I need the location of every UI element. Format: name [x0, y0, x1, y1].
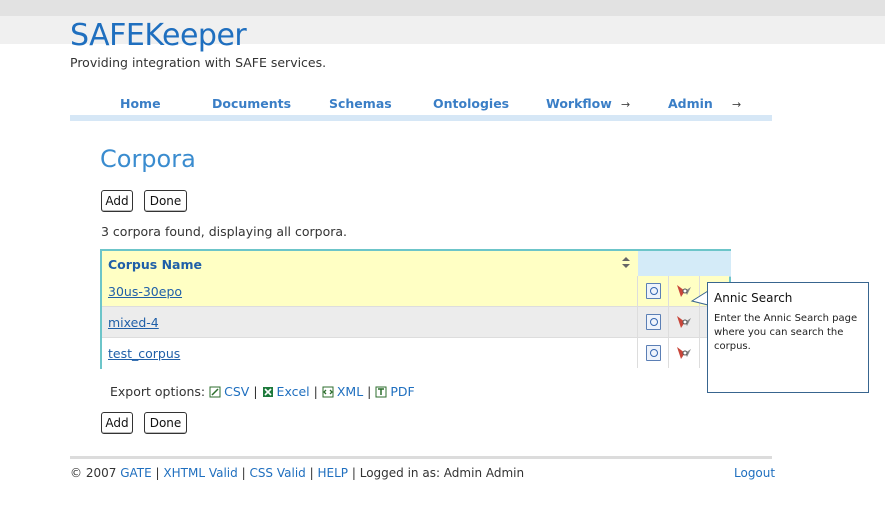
result-count: 3 corpora found, displaying all corpora. — [101, 224, 347, 239]
excel-icon[interactable] — [262, 386, 274, 398]
nav-item-home[interactable]: Home — [120, 96, 161, 111]
export-separator: | — [313, 384, 318, 399]
csv-icon[interactable] — [209, 386, 221, 398]
export-xml-link[interactable]: XML — [337, 384, 363, 399]
annic-search-tooltip: Annic Search Enter the Annic Search page… — [707, 282, 869, 393]
view-cell — [637, 307, 669, 337]
annic-search-icon[interactable] — [675, 345, 693, 361]
view-document-icon[interactable] — [646, 283, 661, 299]
tooltip-body: Enter the Annic Search page where you ca… — [714, 313, 858, 352]
footer-divider — [70, 456, 772, 459]
export-separator: | — [253, 384, 258, 399]
footer-gate-link[interactable]: GATE — [120, 466, 152, 480]
table-row: test_corpus — [102, 338, 729, 369]
footer-xhtml-link[interactable]: XHTML Valid — [163, 466, 237, 480]
footer-separator: | — [241, 466, 246, 480]
footer-logged-in: Logged in as: Admin Admin — [359, 466, 525, 480]
annic-cell — [668, 307, 700, 337]
site-brand[interactable]: SAFEKeeper — [70, 18, 247, 53]
column-header-actions — [638, 251, 731, 277]
done-button-top[interactable]: Done — [144, 190, 187, 212]
export-separator: | — [367, 384, 372, 399]
add-button-bottom[interactable]: Add — [101, 412, 133, 434]
footer-separator: | — [309, 466, 314, 480]
table-row: mixed-4 — [102, 307, 729, 338]
site-tagline: Providing integration with SAFE services… — [70, 55, 327, 70]
export-options: Export options: CSV | Excel | XML | PDF — [110, 384, 415, 399]
admin-arrow-icon: → — [732, 98, 742, 111]
view-cell — [637, 338, 669, 368]
view-cell — [637, 276, 669, 306]
page-title: Corpora — [100, 145, 196, 173]
annic-search-icon[interactable] — [675, 314, 693, 330]
workflow-arrow-icon: → — [621, 98, 631, 111]
add-button-top[interactable]: Add — [101, 190, 133, 212]
top-band — [0, 0, 885, 16]
nav-item-ontologies[interactable]: Ontologies — [433, 96, 509, 111]
nav-item-schemas[interactable]: Schemas — [329, 96, 392, 111]
corpus-link[interactable]: 30us-30epo — [108, 284, 182, 299]
footer-separator: | — [155, 466, 160, 480]
logout-link[interactable]: Logout — [734, 466, 775, 480]
nav-item-admin[interactable]: Admin — [668, 96, 713, 111]
footer-css-link[interactable]: CSS Valid — [249, 466, 305, 480]
tooltip-title: Annic Search — [714, 291, 793, 305]
view-document-icon[interactable] — [646, 345, 661, 361]
corpus-link[interactable]: test_corpus — [108, 346, 180, 361]
annic-cell — [668, 338, 700, 368]
done-button-bottom[interactable]: Done — [144, 412, 187, 434]
footer-separator: | — [351, 466, 356, 480]
export-excel-link[interactable]: Excel — [277, 384, 310, 399]
footer-copyright: © 2007 — [70, 466, 117, 480]
export-csv-link[interactable]: CSV — [224, 384, 249, 399]
corpus-link[interactable]: mixed-4 — [108, 315, 159, 330]
corpora-table: Corpus Name 30us-30epo mixed-4 test_corp… — [100, 249, 731, 369]
pdf-icon[interactable] — [375, 386, 387, 398]
table-row: 30us-30epo — [102, 276, 729, 307]
column-header-corpus-name[interactable]: Corpus Name — [102, 251, 638, 277]
footer: © 2007 GATE | XHTML Valid | CSS Valid | … — [70, 466, 524, 480]
sort-icon[interactable] — [622, 257, 630, 269]
xml-icon[interactable] — [322, 386, 334, 398]
view-document-icon[interactable] — [646, 314, 661, 330]
main-nav: Home Documents Schemas Ontologies Workfl… — [70, 96, 772, 116]
nav-item-documents[interactable]: Documents — [212, 96, 291, 111]
footer-help-link[interactable]: HELP — [317, 466, 348, 480]
export-label: Export options: — [110, 384, 206, 399]
nav-underline — [70, 115, 772, 121]
column-header-label: Corpus Name — [108, 257, 202, 272]
nav-item-workflow[interactable]: Workflow — [546, 96, 612, 111]
export-pdf-link[interactable]: PDF — [390, 384, 414, 399]
